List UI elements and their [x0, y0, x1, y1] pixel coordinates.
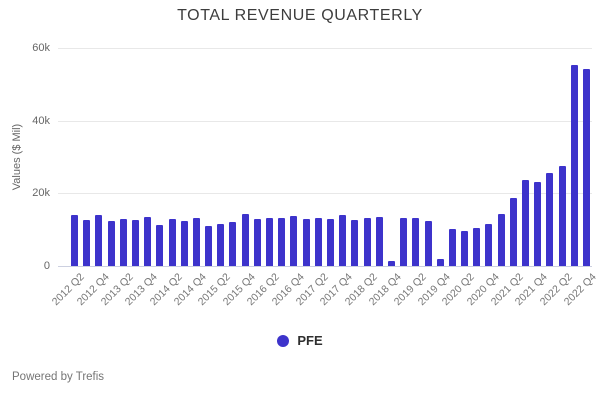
bar-2020-q3[interactable] [473, 228, 480, 266]
gridline [58, 121, 592, 122]
bar-2018-q1[interactable] [351, 220, 358, 266]
bar-2019-q1[interactable] [400, 218, 407, 266]
legend-item-pfe[interactable]: PFE [0, 333, 600, 348]
bar-2013-q4[interactable] [144, 217, 151, 266]
gridline [58, 193, 592, 194]
bar-2019-q4[interactable] [437, 259, 444, 266]
bar-2020-q4[interactable] [485, 224, 492, 266]
bar-2014-q2[interactable] [169, 219, 176, 266]
bar-2022-q3[interactable] [571, 65, 578, 266]
bar-2012-q2[interactable] [71, 215, 78, 266]
bar-2015-q1[interactable] [205, 226, 212, 266]
bar-2015-q4[interactable] [242, 214, 249, 266]
bar-2021-q1[interactable] [498, 214, 505, 266]
bar-2013-q2[interactable] [120, 219, 127, 266]
bar-2016-q1[interactable] [254, 219, 261, 266]
bar-2022-q2[interactable] [559, 166, 566, 266]
bar-2021-q3[interactable] [522, 180, 529, 266]
bar-2017-q2[interactable] [315, 218, 322, 266]
bar-2012-q3[interactable] [83, 220, 90, 266]
bar-2017-q3[interactable] [327, 219, 334, 266]
bar-2018-q4[interactable] [388, 261, 395, 266]
bar-2016-q4[interactable] [290, 216, 297, 266]
gridline [58, 48, 592, 49]
bar-2012-q4[interactable] [95, 215, 102, 266]
bar-2017-q4[interactable] [339, 215, 346, 266]
x-axis-line [58, 266, 592, 267]
y-tick-label: 0 [10, 260, 50, 272]
chart-card: TOTAL REVENUE QUARTERLY Values ($ Mil) 0… [0, 0, 600, 400]
bar-2016-q2[interactable] [266, 218, 273, 266]
bar-2014-q3[interactable] [181, 221, 188, 266]
bar-2013-q3[interactable] [132, 220, 139, 266]
bar-2019-q3[interactable] [425, 221, 432, 266]
bar-2017-q1[interactable] [303, 219, 310, 266]
y-tick-label: 60k [10, 42, 50, 54]
bar-2021-q2[interactable] [510, 198, 517, 266]
bar-2013-q1[interactable] [108, 221, 115, 266]
bar-2015-q2[interactable] [217, 224, 224, 266]
y-tick-label: 20k [10, 187, 50, 199]
bar-2016-q3[interactable] [278, 218, 285, 266]
bar-2018-q2[interactable] [364, 218, 371, 266]
bar-2020-q1[interactable] [449, 229, 456, 266]
bar-2018-q3[interactable] [376, 217, 383, 266]
bar-2020-q2[interactable] [461, 231, 468, 266]
bar-2021-q4[interactable] [534, 182, 541, 266]
legend-label: PFE [297, 333, 322, 348]
bar-2014-q1[interactable] [156, 225, 163, 266]
y-tick-label: 40k [10, 115, 50, 127]
bar-2022-q4[interactable] [583, 69, 590, 266]
bar-2014-q4[interactable] [193, 218, 200, 266]
bar-2019-q2[interactable] [412, 218, 419, 266]
powered-by-trefis: Powered by Trefis [12, 371, 104, 383]
bar-2022-q1[interactable] [546, 173, 553, 266]
legend-marker-icon [277, 335, 289, 347]
bar-2015-q3[interactable] [229, 222, 236, 266]
